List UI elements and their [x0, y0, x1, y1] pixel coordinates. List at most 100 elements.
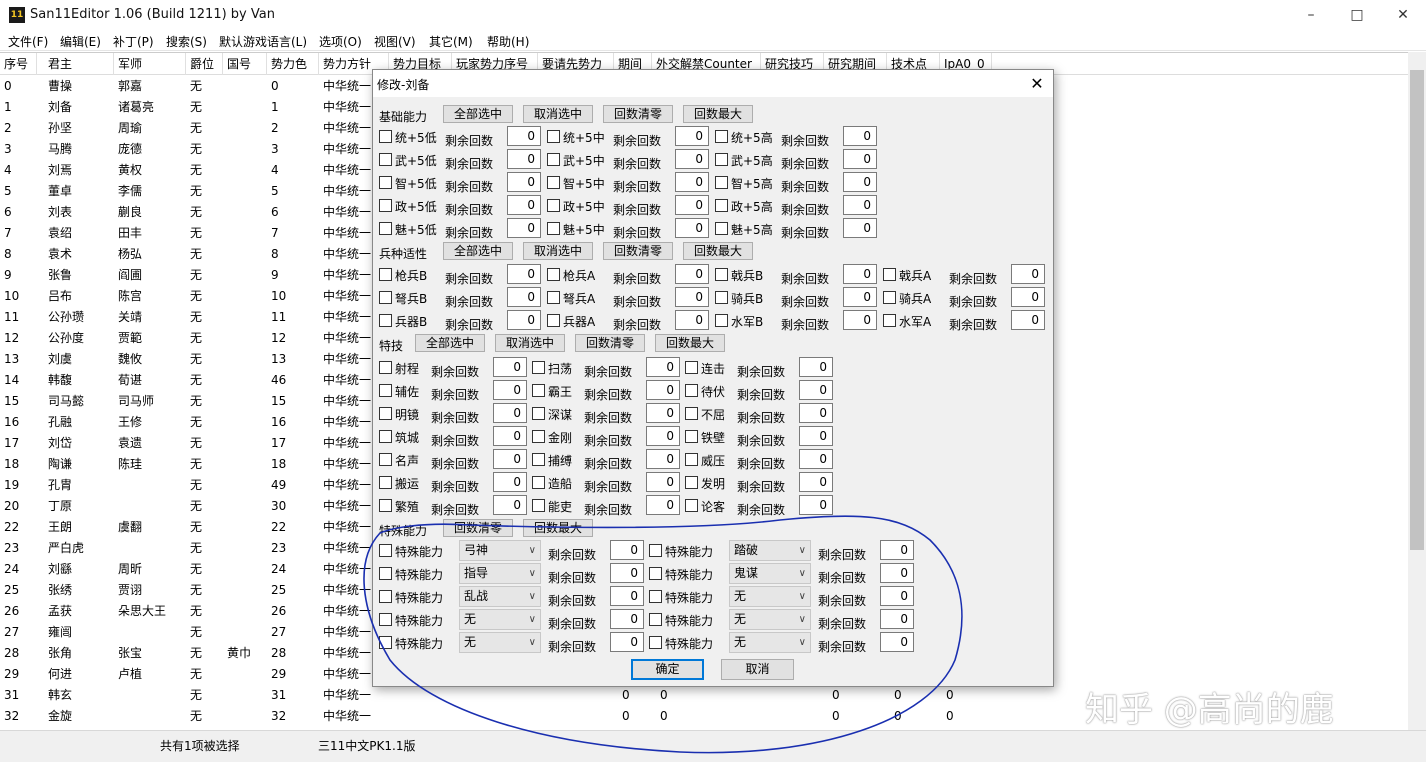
menu-file[interactable]: 文件(F) [8, 33, 48, 50]
clear-count-button[interactable]: 回数清零 [575, 334, 645, 352]
remaining-count-input[interactable]: 0 [507, 264, 541, 284]
ability-checkbox[interactable] [715, 268, 728, 281]
ability-checkbox[interactable] [379, 499, 392, 512]
clear-count-button[interactable]: 回数清零 [443, 519, 513, 537]
remaining-count-input[interactable]: 0 [493, 380, 527, 400]
remaining-count-input[interactable]: 0 [493, 426, 527, 446]
max-count-button[interactable]: 回数最大 [655, 334, 725, 352]
remaining-count-input[interactable]: 0 [675, 149, 709, 169]
ability-checkbox[interactable] [379, 361, 392, 374]
close-icon[interactable]: ✕ [1023, 72, 1051, 96]
select-all-button[interactable]: 全部选中 [415, 334, 485, 352]
special-ability-select[interactable]: 无 ∨ [459, 632, 541, 653]
ability-checkbox[interactable] [379, 476, 392, 489]
remaining-count-input[interactable]: 0 [880, 563, 914, 583]
remaining-count-input[interactable]: 0 [507, 218, 541, 238]
remaining-count-input[interactable]: 0 [880, 540, 914, 560]
ability-checkbox[interactable] [379, 222, 392, 235]
ability-checkbox[interactable] [379, 176, 392, 189]
ability-checkbox[interactable] [379, 407, 392, 420]
remaining-count-input[interactable]: 0 [507, 149, 541, 169]
remaining-count-input[interactable]: 0 [799, 472, 833, 492]
remaining-count-input[interactable]: 0 [843, 149, 877, 169]
max-count-button[interactable]: 回数最大 [683, 105, 753, 123]
ability-checkbox[interactable] [547, 130, 560, 143]
remaining-count-input[interactable]: 0 [493, 403, 527, 423]
clear-count-button[interactable]: 回数清零 [603, 242, 673, 260]
col-header[interactable]: 军师 [114, 53, 186, 75]
ability-checkbox[interactable] [532, 384, 545, 397]
select-all-button[interactable]: 全部选中 [443, 242, 513, 260]
ability-checkbox[interactable] [379, 314, 392, 327]
remaining-count-input[interactable]: 0 [880, 609, 914, 629]
remaining-count-input[interactable]: 0 [493, 495, 527, 515]
remaining-count-input[interactable]: 0 [843, 287, 877, 307]
remaining-count-input[interactable]: 0 [646, 403, 680, 423]
special-ability-select[interactable]: 无 ∨ [459, 609, 541, 630]
remaining-count-input[interactable]: 0 [646, 449, 680, 469]
ability-checkbox[interactable] [685, 476, 698, 489]
remaining-count-input[interactable]: 0 [610, 540, 644, 560]
remaining-count-input[interactable]: 0 [799, 357, 833, 377]
ability-checkbox[interactable] [883, 268, 896, 281]
ability-checkbox[interactable] [532, 453, 545, 466]
remaining-count-input[interactable]: 0 [675, 126, 709, 146]
col-header[interactable]: 国号 [223, 53, 267, 75]
close-icon[interactable]: ✕ [1380, 0, 1426, 30]
special-ability-select[interactable]: 弓神 ∨ [459, 540, 541, 561]
special-ability-select[interactable]: 乱战 ∨ [459, 586, 541, 607]
special-checkbox[interactable] [649, 590, 662, 603]
remaining-count-input[interactable]: 0 [507, 172, 541, 192]
col-header[interactable]: 势力色 [267, 53, 319, 75]
special-checkbox[interactable] [649, 613, 662, 626]
special-checkbox[interactable] [649, 567, 662, 580]
menu-view[interactable]: 视图(V) [374, 33, 416, 50]
remaining-count-input[interactable]: 0 [507, 310, 541, 330]
ability-checkbox[interactable] [379, 291, 392, 304]
remaining-count-input[interactable]: 0 [799, 426, 833, 446]
clear-count-button[interactable]: 回数清零 [603, 105, 673, 123]
ability-checkbox[interactable] [532, 361, 545, 374]
remaining-count-input[interactable]: 0 [610, 563, 644, 583]
remaining-count-input[interactable]: 0 [1011, 287, 1045, 307]
ability-checkbox[interactable] [685, 499, 698, 512]
vertical-scrollbar[interactable] [1408, 52, 1426, 730]
ability-checkbox[interactable] [547, 268, 560, 281]
col-header[interactable]: 序号 [0, 53, 37, 75]
special-checkbox[interactable] [379, 567, 392, 580]
deselect-all-button[interactable]: 取消选中 [523, 105, 593, 123]
remaining-count-input[interactable]: 0 [880, 586, 914, 606]
remaining-count-input[interactable]: 0 [843, 172, 877, 192]
ability-checkbox[interactable] [715, 153, 728, 166]
special-ability-select[interactable]: 无 ∨ [729, 586, 811, 607]
remaining-count-input[interactable]: 0 [675, 195, 709, 215]
remaining-count-input[interactable]: 0 [493, 472, 527, 492]
menu-patch[interactable]: 补丁(P) [113, 33, 154, 50]
remaining-count-input[interactable]: 0 [843, 218, 877, 238]
ability-checkbox[interactable] [715, 222, 728, 235]
special-ability-select[interactable]: 指导 ∨ [459, 563, 541, 584]
ability-checkbox[interactable] [532, 499, 545, 512]
remaining-count-input[interactable]: 0 [799, 380, 833, 400]
special-ability-select[interactable]: 无 ∨ [729, 632, 811, 653]
ability-checkbox[interactable] [547, 176, 560, 189]
ability-checkbox[interactable] [379, 199, 392, 212]
remaining-count-input[interactable]: 0 [843, 264, 877, 284]
ability-checkbox[interactable] [379, 430, 392, 443]
remaining-count-input[interactable]: 0 [646, 495, 680, 515]
ability-checkbox[interactable] [715, 130, 728, 143]
remaining-count-input[interactable]: 0 [646, 472, 680, 492]
remaining-count-input[interactable]: 0 [799, 495, 833, 515]
ability-checkbox[interactable] [532, 430, 545, 443]
special-checkbox[interactable] [379, 544, 392, 557]
ability-checkbox[interactable] [379, 453, 392, 466]
ability-checkbox[interactable] [685, 453, 698, 466]
col-header[interactable]: 爵位 [186, 53, 223, 75]
ability-checkbox[interactable] [685, 430, 698, 443]
remaining-count-input[interactable]: 0 [843, 126, 877, 146]
ability-checkbox[interactable] [379, 268, 392, 281]
ability-checkbox[interactable] [379, 153, 392, 166]
remaining-count-input[interactable]: 0 [675, 172, 709, 192]
ability-checkbox[interactable] [532, 407, 545, 420]
remaining-count-input[interactable]: 0 [646, 426, 680, 446]
